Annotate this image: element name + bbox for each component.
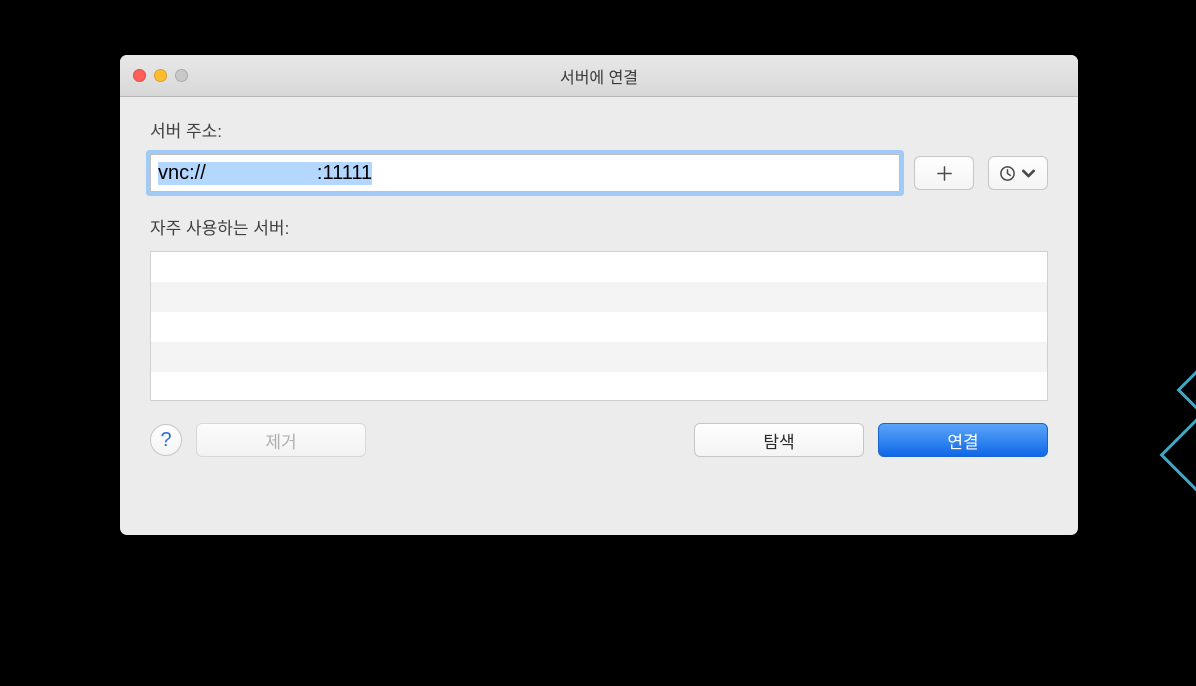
clock-icon xyxy=(999,165,1016,182)
server-address-label: 서버 주소: xyxy=(150,117,1048,142)
window-content: 서버 주소: 자주 사용하는 서버: xyxy=(120,97,1078,482)
list-item xyxy=(151,342,1047,372)
remove-button: 제거 xyxy=(196,423,366,457)
minimize-button[interactable] xyxy=(154,69,167,82)
window-title: 서버에 연결 xyxy=(120,64,1078,88)
titlebar[interactable]: 서버에 연결 xyxy=(120,55,1078,97)
server-address-input[interactable] xyxy=(150,154,900,192)
address-input-wrapper xyxy=(150,154,900,192)
connect-button[interactable]: 연결 xyxy=(878,423,1048,457)
connect-to-server-window: 서버에 연결 서버 주소: xyxy=(120,55,1078,535)
watermark-logo-icon xyxy=(1136,340,1196,530)
traffic-lights xyxy=(120,69,188,82)
favorite-servers-list[interactable] xyxy=(150,251,1048,401)
add-favorite-button[interactable] xyxy=(914,156,974,190)
chevron-down-icon xyxy=(1020,165,1037,182)
favorite-servers-label: 자주 사용하는 서버: xyxy=(150,214,1048,239)
zoom-button xyxy=(175,69,188,82)
address-row xyxy=(150,154,1048,192)
plus-icon xyxy=(936,165,953,182)
help-button[interactable]: ? xyxy=(150,424,182,456)
list-item xyxy=(151,282,1047,312)
bottom-button-row: ? 제거 탐색 연결 xyxy=(150,423,1048,457)
browse-button[interactable]: 탐색 xyxy=(694,423,864,457)
list-item xyxy=(151,312,1047,342)
close-button[interactable] xyxy=(133,69,146,82)
list-item xyxy=(151,252,1047,282)
list-item xyxy=(151,372,1047,401)
history-button[interactable] xyxy=(988,156,1048,190)
